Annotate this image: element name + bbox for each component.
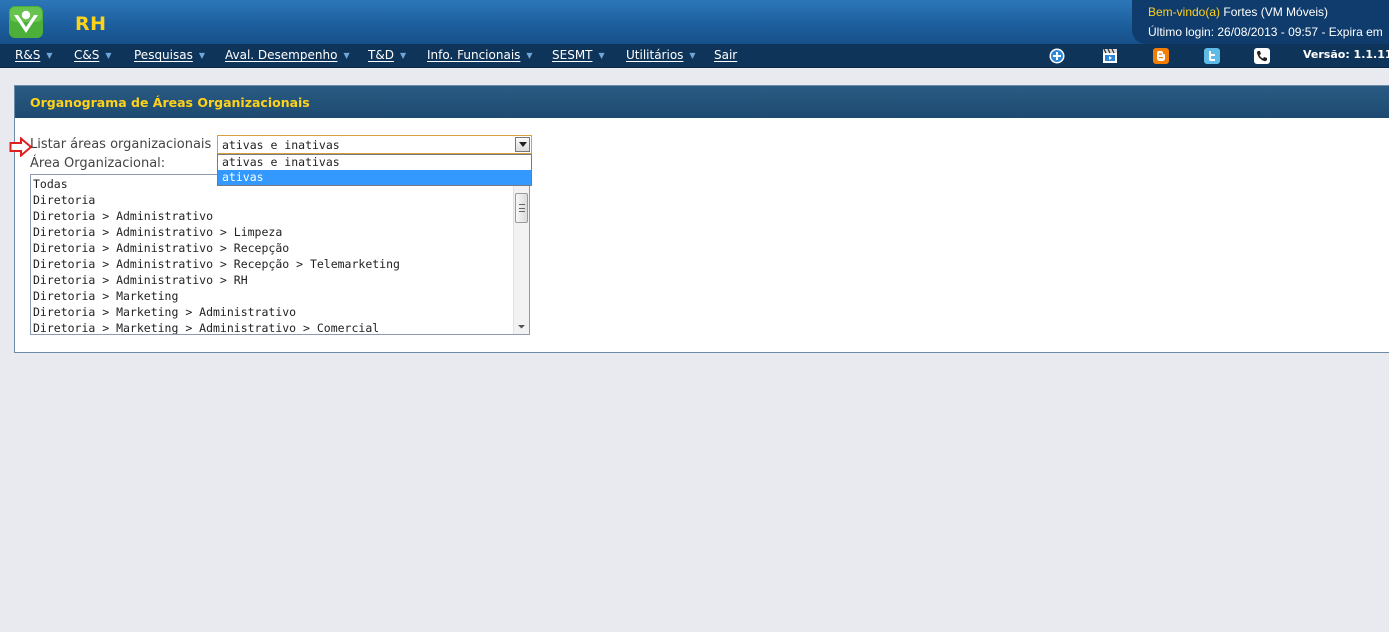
- person-logo-icon[interactable]: [9, 6, 43, 38]
- phone-icon[interactable]: [1254, 48, 1270, 64]
- dropdown-arrow-icon: ▼: [598, 51, 605, 60]
- welcome-user: Fortes (VM Móveis): [1220, 5, 1329, 19]
- app-header: RH Bem-vindo(a) Fortes (VM Móveis) Últim…: [0, 0, 1389, 44]
- panel-header: Organograma de Áreas Organizacionais: [15, 86, 1389, 118]
- list-item[interactable]: Diretoria: [33, 192, 95, 208]
- menu-item-rs[interactable]: R&S ▼: [15, 48, 52, 62]
- select-option-ativas-e-inativas[interactable]: ativas e inativas: [218, 155, 531, 170]
- dropdown-arrow-icon: ▼: [526, 51, 533, 60]
- scroll-thumb[interactable]: [515, 193, 528, 223]
- chevron-down-icon[interactable]: [515, 137, 530, 152]
- list-item[interactable]: Diretoria > Administrativo: [33, 208, 213, 224]
- dropdown-arrow-icon: ▼: [105, 51, 112, 60]
- dropdown-arrow-icon: ▼: [689, 51, 696, 60]
- list-item[interactable]: Diretoria > Marketing: [33, 288, 178, 304]
- dropdown-arrow-icon: ▼: [399, 51, 407, 60]
- menu-item-sesmt[interactable]: SESMT ▼: [552, 48, 605, 62]
- menu-item-info-funcionais[interactable]: Info. Funcionais ▼: [427, 48, 533, 62]
- menu-item-sair[interactable]: Sair: [714, 48, 737, 62]
- version-label: Versão: 1.1.11: [1303, 48, 1389, 61]
- page-title: Organograma de Áreas Organizacionais: [30, 95, 310, 110]
- select-option-ativas[interactable]: ativas: [218, 170, 531, 185]
- list-item[interactable]: Diretoria > Administrativo > Recepção > …: [33, 256, 400, 272]
- list-item[interactable]: Diretoria > Marketing > Administrativo >…: [33, 320, 379, 334]
- twitter-icon[interactable]: [1204, 48, 1220, 64]
- list-item[interactable]: Diretoria > Administrativo > Recepção: [33, 240, 289, 256]
- menu-item-cs[interactable]: C&S ▼: [74, 48, 112, 62]
- list-item[interactable]: Todas: [33, 176, 68, 192]
- list-areas-label: Listar áreas organizacionais: [30, 137, 212, 152]
- menu-item-pesquisas[interactable]: Pesquisas ▼: [134, 48, 205, 62]
- last-login-text: Último login: 26/08/2013 - 09:57 - Expir…: [1148, 25, 1383, 39]
- select-value: ativas e inativas: [222, 138, 340, 152]
- plus-circle-icon[interactable]: [1049, 48, 1065, 64]
- user-panel: Bem-vindo(a) Fortes (VM Móveis) Último l…: [1132, 0, 1389, 44]
- dropdown-arrow-icon: ▼: [343, 51, 350, 60]
- app-title: RH: [75, 13, 107, 35]
- welcome-prefix: Bem-vindo(a): [1148, 5, 1221, 19]
- menu-item-td[interactable]: T&D ▼: [368, 48, 406, 62]
- list-item[interactable]: Diretoria > Administrativo > RH: [33, 272, 248, 288]
- menu-item-utilitarios[interactable]: Utilitários ▼: [626, 48, 696, 62]
- dropdown-arrow-icon: ▼: [198, 51, 206, 60]
- menu-item-aval-desempenho[interactable]: Aval. Desempenho ▼: [225, 48, 350, 62]
- welcome-text: Bem-vindo(a) Fortes (VM Móveis): [1148, 5, 1328, 19]
- listbox-scrollbar[interactable]: [513, 175, 529, 334]
- area-listbox[interactable]: Todas Diretoria Diretoria > Administrati…: [30, 174, 530, 335]
- grip-icon: [519, 204, 525, 212]
- scroll-down-icon[interactable]: [514, 319, 529, 334]
- list-item[interactable]: Diretoria > Marketing > Administrativo: [33, 304, 296, 320]
- select-dropdown-list: ativas e inativas ativas: [217, 154, 532, 186]
- list-item[interactable]: Diretoria > Administrativo > Limpeza: [33, 224, 282, 240]
- video-icon[interactable]: [1102, 48, 1118, 64]
- dropdown-arrow-icon: ▼: [46, 51, 53, 60]
- list-areas-select[interactable]: ativas e inativas: [217, 135, 532, 154]
- area-organizacional-label: Área Organizacional:: [30, 156, 166, 171]
- blogger-icon[interactable]: [1153, 48, 1169, 64]
